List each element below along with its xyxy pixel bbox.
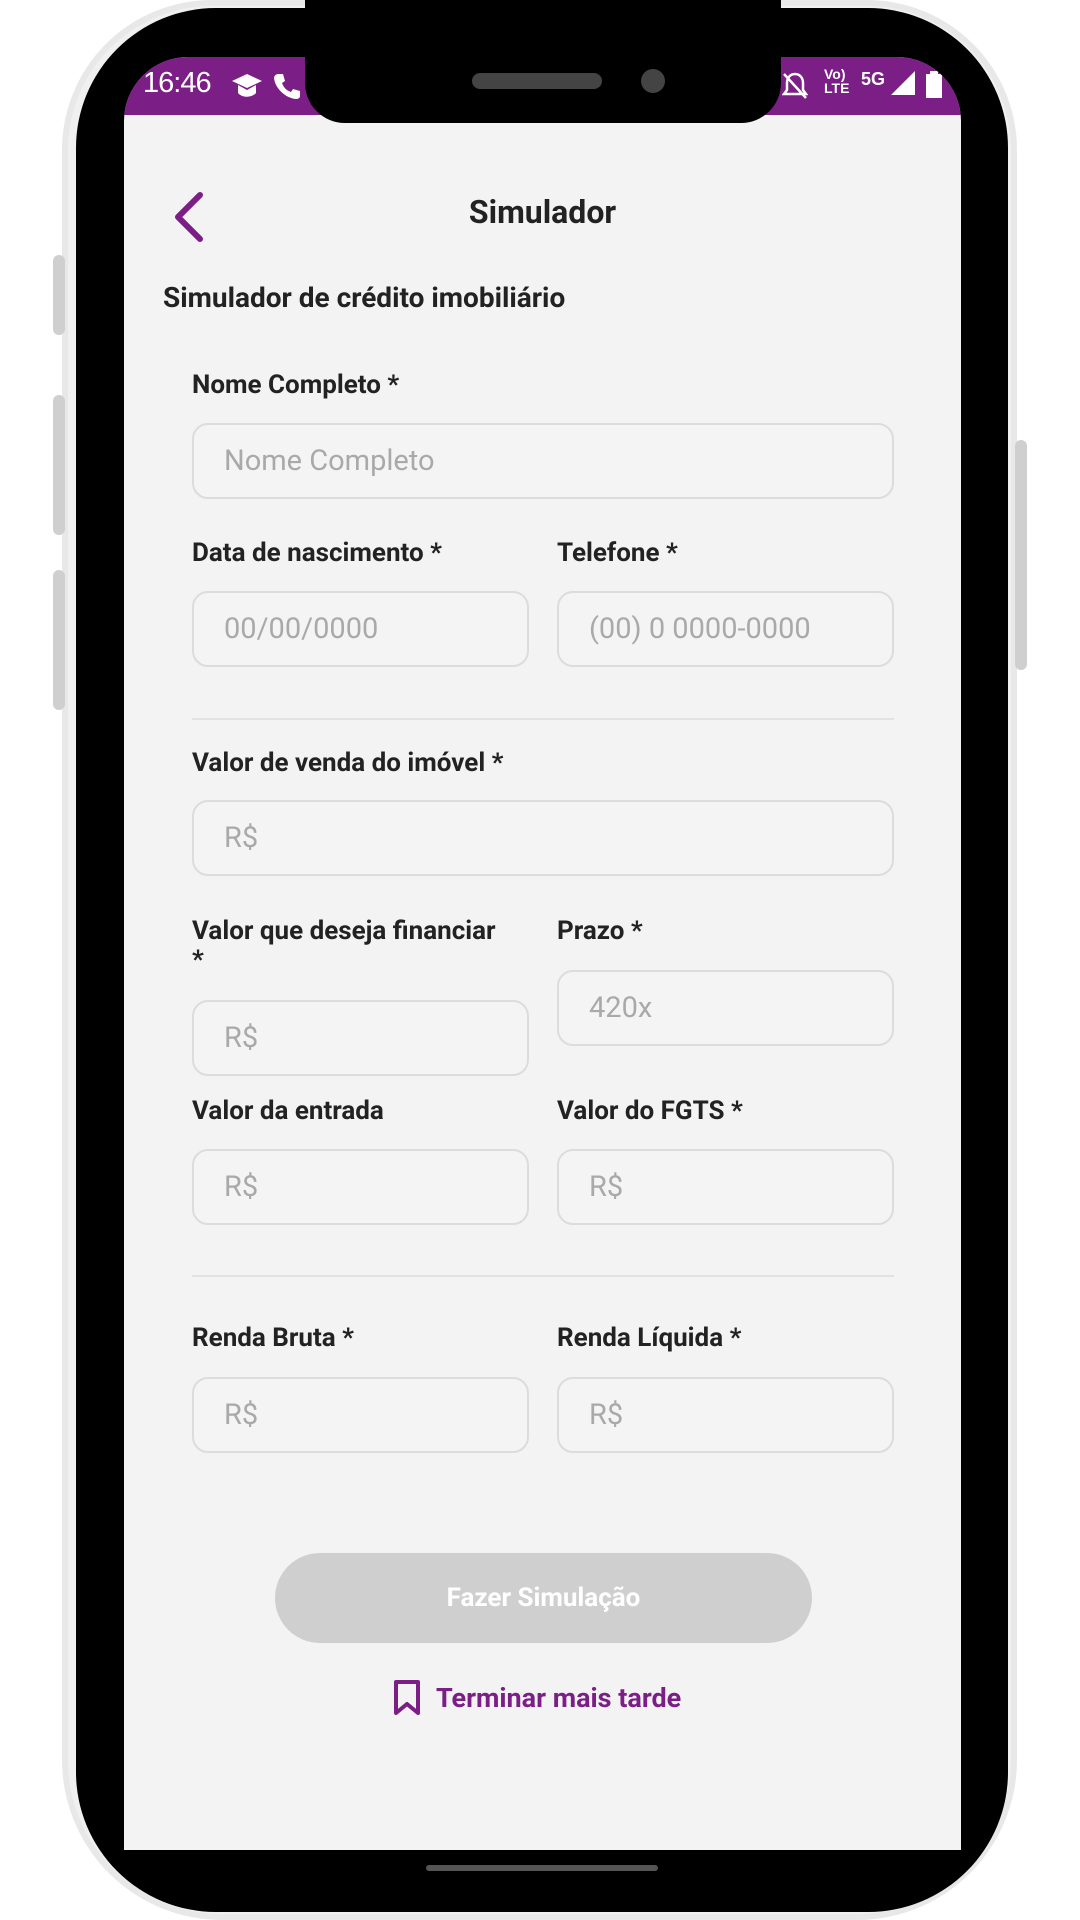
bell-off-icon (782, 72, 808, 99)
renda-bruta-field[interactable]: R$ (192, 1377, 529, 1453)
nascimento-label: Data de nascimento * (192, 538, 442, 568)
telefone-label: Telefone * (557, 538, 678, 568)
finish-later-link[interactable]: Terminar mais tarde (392, 1679, 681, 1717)
simulate-button[interactable]: Fazer Simulação (275, 1553, 812, 1643)
divider (192, 1275, 894, 1277)
status-time: 16:46 (143, 67, 212, 99)
prazo-field[interactable]: 420x (557, 970, 894, 1046)
finish-later-label: Terminar mais tarde (436, 1682, 682, 1714)
divider (192, 718, 894, 720)
nome-label: Nome Completo * (192, 370, 400, 400)
valor-fgts-label: Valor do FGTS * (557, 1096, 743, 1126)
network-indicator: Vo) LTE (824, 66, 850, 96)
side-button (53, 570, 65, 710)
telefone-field[interactable]: (00) 0 0000-0000 (557, 591, 894, 667)
bookmark-icon (394, 1680, 420, 1715)
phone-speaker (472, 73, 602, 89)
renda-liquida-label: Renda Líquida * (557, 1323, 742, 1353)
signal-label: 5G (861, 69, 886, 89)
valor-venda-label: Valor de venda do imóvel * (192, 748, 504, 778)
side-button (53, 255, 65, 335)
valor-financiar-field[interactable]: R$ (192, 1000, 529, 1076)
nome-field[interactable]: Nome Completo (192, 423, 894, 499)
valor-venda-field[interactable]: R$ (192, 800, 894, 876)
valor-fgts-field[interactable]: R$ (557, 1149, 894, 1225)
valor-financiar-label-line1: Valor que deseja financiar (192, 916, 496, 946)
valor-entrada-field[interactable]: R$ (192, 1149, 529, 1225)
side-button (1015, 440, 1027, 670)
page-title: Simulador (468, 193, 617, 231)
prazo-label: Prazo * (557, 916, 643, 946)
battery-icon (926, 71, 942, 98)
valor-entrada-label: Valor da entrada (192, 1096, 384, 1126)
app-screen: 16:46 Vo) LTE 5G Simulador Simulador de … (124, 57, 961, 1850)
side-button (53, 395, 65, 535)
valor-financiar-label: Valor que deseja financiar * (192, 915, 529, 977)
renda-liquida-field[interactable]: R$ (557, 1377, 894, 1453)
section-title: Simulador de crédito imobiliário (163, 281, 566, 314)
renda-bruta-label: Renda Bruta * (192, 1323, 354, 1353)
signal-icon (891, 71, 915, 95)
valor-financiar-label-line2: * (192, 945, 204, 975)
graduation-cap-icon (232, 74, 262, 97)
home-indicator[interactable] (426, 1865, 658, 1871)
nascimento-field[interactable]: 00/00/0000 (192, 591, 529, 667)
phone-notch (305, 0, 781, 123)
phone-camera (641, 69, 665, 93)
phone-call-icon (274, 74, 300, 99)
